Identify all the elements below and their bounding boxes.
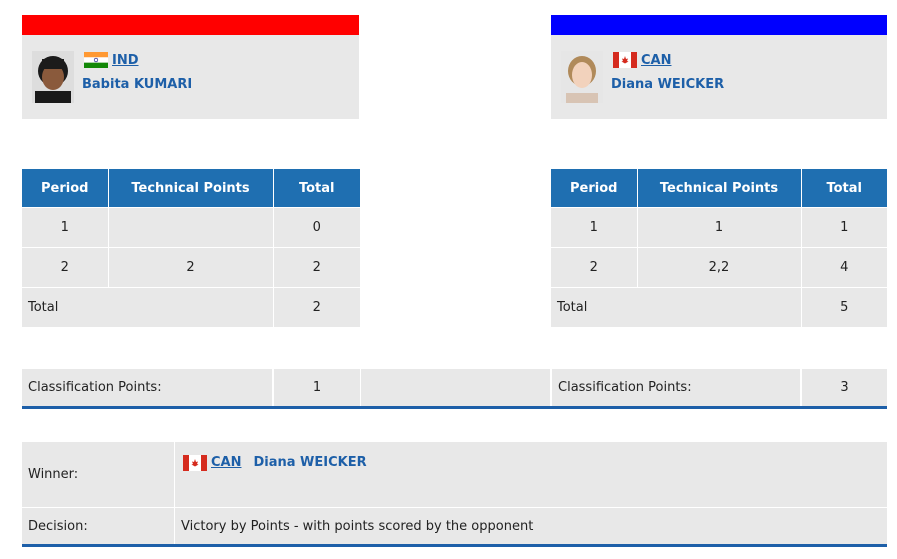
technical-points-cell: 2 [108,247,274,288]
period-header: Period [22,169,109,208]
classification-spacer [361,369,550,406]
technical-points-cell: 1 [637,207,802,248]
decision-label: Decision: [22,508,175,544]
result-divider [22,544,887,547]
away-points-table: Period Technical Points Total 1 1 1 2 2,… [551,169,887,327]
home-athlete-name[interactable]: Babita KUMARI [82,77,192,92]
home-classification-label: Classification Points: [22,369,273,406]
decision-value: Victory by Points - with points scored b… [181,518,534,534]
total-cell: 0 [273,207,360,248]
home-athlete-card: IND Babita KUMARI [22,35,359,119]
winner-noc-link[interactable]: CAN [211,455,241,470]
technical-points-header: Technical Points [108,169,274,208]
total-header: Total [801,169,887,208]
winner-label: Winner: [22,442,175,507]
home-noc-link[interactable]: IND [112,53,139,68]
winner-value: CAN Diana WEICKER [175,442,887,507]
canada-flag-icon [183,455,207,471]
table-row: 2 2 2 [22,247,360,288]
classification-divider [22,406,887,409]
away-athlete-photo [561,51,603,103]
period-cell: 2 [22,247,109,288]
total-label: Total [22,287,274,327]
away-athlete-name[interactable]: Diana WEICKER [611,77,724,92]
table-row: 1 1 1 [551,207,887,248]
grand-total-cell: 2 [273,287,360,327]
table-row: 2 2,2 4 [551,247,887,288]
total-cell: 2 [273,247,360,288]
technical-points-cell: 2,2 [637,247,802,288]
india-flag-icon [84,52,108,68]
total-row: Total 2 [22,287,360,327]
away-noc-link[interactable]: CAN [641,53,671,68]
total-header: Total [273,169,360,208]
canada-flag-icon [613,52,637,68]
away-classification-points: 3 [802,369,887,406]
home-color-bar [22,15,359,35]
table-row: 1 0 [22,207,360,248]
technical-points-header: Technical Points [637,169,802,208]
period-cell: 1 [551,207,638,248]
home-points-table: Period Technical Points Total 1 0 2 2 2 … [22,169,360,327]
total-row: Total 5 [551,287,887,327]
technical-points-cell [108,207,274,248]
away-color-bar [551,15,887,35]
period-header: Period [551,169,638,208]
period-cell: 2 [551,247,638,288]
total-cell: 4 [801,247,887,288]
result-table: Winner: CAN Diana WEICKER Decision: Vict… [22,442,887,544]
period-cell: 1 [22,207,109,248]
grand-total-cell: 5 [801,287,887,327]
winner-athlete-name[interactable]: Diana WEICKER [253,455,366,470]
total-cell: 1 [801,207,887,248]
home-classification-points: 1 [274,369,361,406]
home-athlete-photo [32,51,74,103]
away-classification-label: Classification Points: [551,369,801,406]
total-label: Total [551,287,802,327]
away-athlete-card: CAN Diana WEICKER [551,35,887,119]
